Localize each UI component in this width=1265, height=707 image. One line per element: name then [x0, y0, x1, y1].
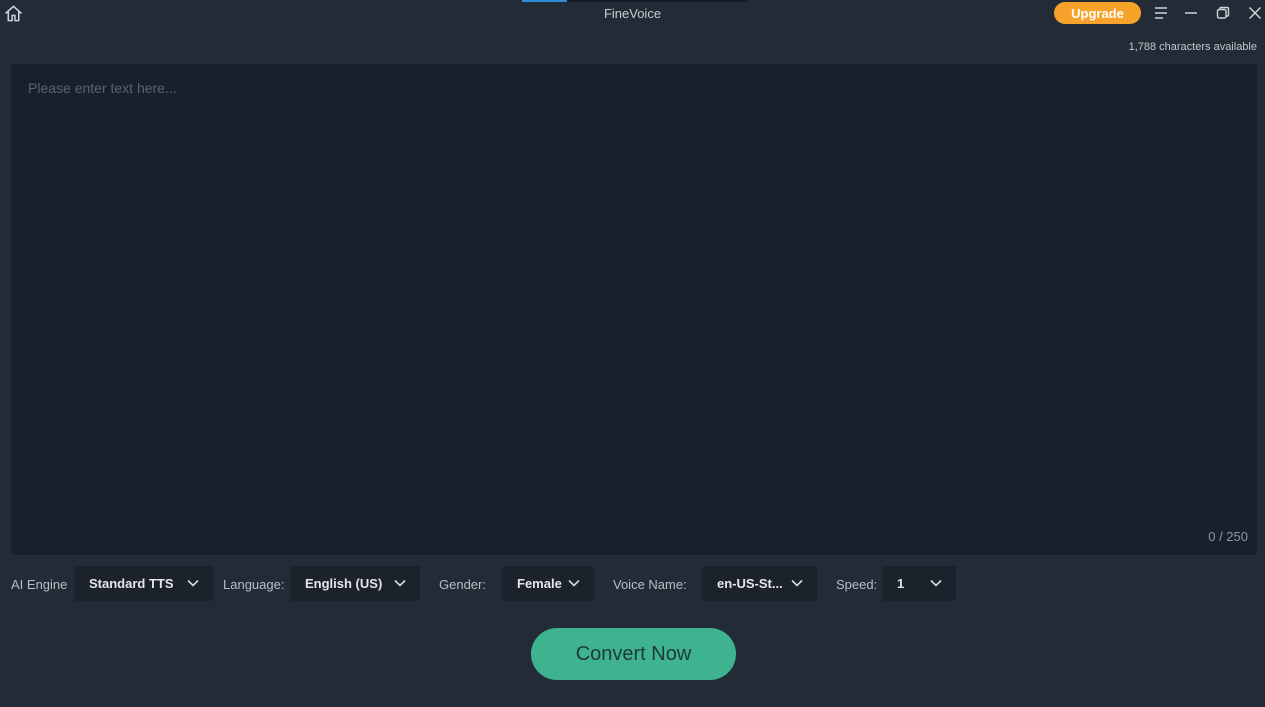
chevron-down-icon	[394, 579, 406, 587]
title-bar: FineVoice Upgrade	[0, 0, 1265, 30]
convert-now-button[interactable]: Convert Now	[531, 628, 736, 680]
gender-label: Gender:	[439, 577, 486, 592]
voice-name-select[interactable]: en-US-St...	[702, 566, 817, 601]
menu-icon	[1155, 7, 1167, 19]
ai-engine-select[interactable]: Standard TTS	[74, 566, 213, 601]
restore-button[interactable]	[1213, 3, 1233, 23]
gender-value: Female	[517, 576, 562, 591]
language-label: Language:	[223, 577, 285, 592]
text-input[interactable]	[11, 64, 1257, 555]
speed-select[interactable]: 1	[882, 566, 956, 601]
minimize-button[interactable]	[1181, 3, 1201, 23]
chevron-down-icon	[791, 579, 803, 587]
ai-engine-label: AI Engine	[11, 577, 68, 592]
gender-select[interactable]: Female	[502, 566, 594, 601]
speed-label: Speed:	[836, 577, 878, 592]
speed-value: 1	[897, 576, 905, 591]
characters-available: 1,788 characters available	[1128, 41, 1257, 53]
ai-engine-value: Standard TTS	[89, 576, 174, 591]
text-editor: 0 / 250	[11, 64, 1257, 555]
restore-icon	[1216, 6, 1230, 19]
minimize-icon	[1185, 12, 1197, 14]
tab-indicator-active[interactable]	[522, 0, 567, 2]
upgrade-button[interactable]: Upgrade	[1054, 2, 1141, 24]
finevoice-window: FineVoice Upgrade 1,788 characters avail…	[0, 0, 1265, 707]
chevron-down-icon	[568, 579, 580, 587]
chevron-down-icon	[930, 579, 942, 587]
close-button[interactable]	[1245, 3, 1265, 23]
language-select[interactable]: English (US)	[290, 566, 420, 601]
language-value: English (US)	[305, 576, 383, 591]
voice-name-value: en-US-St...	[717, 576, 783, 591]
close-icon	[1248, 6, 1262, 20]
voice-name-label: Voice Name:	[613, 577, 687, 592]
menu-button[interactable]	[1151, 3, 1171, 23]
tab-indicator-inactive[interactable]	[567, 0, 747, 2]
char-count: 0 / 250	[1208, 529, 1248, 544]
chevron-down-icon	[187, 579, 199, 587]
